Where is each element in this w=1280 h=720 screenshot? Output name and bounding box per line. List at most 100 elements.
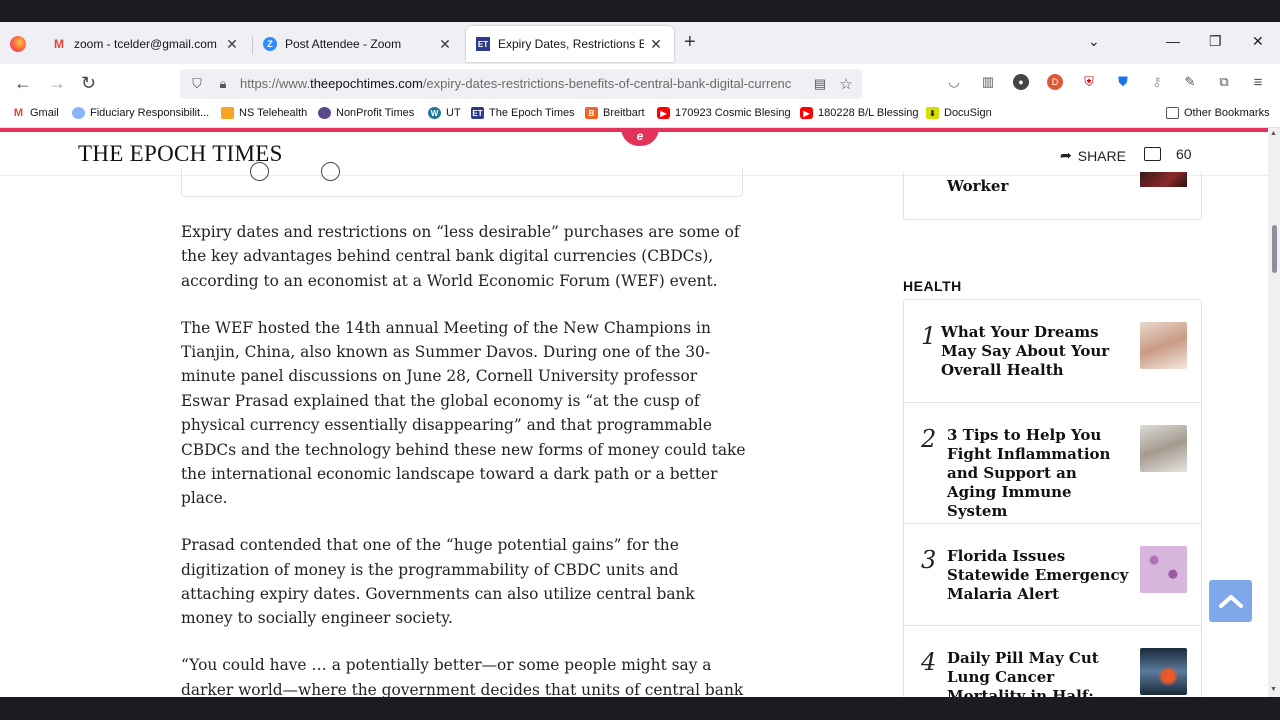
bookmark-gmail[interactable]: M Gmail bbox=[12, 107, 59, 119]
comments-button[interactable]: 60 bbox=[1144, 146, 1192, 162]
web-page: THE EPOCH TIMES ➦ SHARE 60 e Expiry date… bbox=[0, 128, 1268, 697]
bookmark-bl-blessing[interactable]: ▶ 180228 B/L Blessing bbox=[800, 107, 919, 119]
bookmark-star-icon[interactable]: ☆ bbox=[838, 76, 854, 93]
globe-icon bbox=[318, 107, 331, 119]
epoch-times-icon: ET bbox=[471, 107, 484, 119]
duckduckgo-icon[interactable]: D bbox=[1047, 74, 1063, 90]
tab-gmail[interactable]: M zoom - tcelder@gmail.com - G ✕ bbox=[42, 26, 250, 62]
reload-icon[interactable]: ↻ bbox=[81, 73, 96, 93]
item-number: 2 bbox=[921, 425, 937, 453]
item-title: 3 Tips to Help You Fight Inflammation an… bbox=[947, 426, 1111, 520]
breitbart-icon: B bbox=[585, 107, 598, 119]
url-bar[interactable]: ⛉ 🔒︎ https://www.theepochtimes.com/expir… bbox=[180, 69, 862, 99]
gmail-icon: M bbox=[54, 37, 64, 51]
lock-icon[interactable]: 🔒︎ bbox=[215, 76, 231, 92]
scroll-to-top-button[interactable] bbox=[1209, 580, 1252, 622]
url-text[interactable]: https://www.theepochtimes.com/expiry-dat… bbox=[240, 76, 805, 91]
tracking-shield-icon[interactable]: ⛉ bbox=[189, 76, 205, 92]
tab-zoom[interactable]: Z Post Attendee - Zoom ✕ bbox=[253, 26, 463, 62]
youtube-icon: ▶ bbox=[657, 107, 670, 119]
extension-shield-icon[interactable]: ⛊ bbox=[1115, 74, 1131, 90]
page-scrollbar[interactable]: ▲ ▼ bbox=[1268, 128, 1280, 697]
sidebar-icon[interactable]: ▥ bbox=[980, 74, 996, 90]
tab-title: Expiry Dates, Restrictions Benef bbox=[498, 37, 644, 51]
forward-icon[interactable]: → bbox=[48, 73, 66, 93]
close-tab-icon[interactable]: ✕ bbox=[437, 36, 453, 53]
health-item[interactable]: 1 What Your Dreams May Say About Your Ov… bbox=[904, 300, 1201, 403]
window-top-edge bbox=[0, 0, 1280, 22]
tab-title: Post Attendee - Zoom bbox=[285, 37, 402, 51]
article-paragraph: Prasad contended that one of the “huge p… bbox=[181, 536, 695, 628]
close-tab-icon[interactable]: ✕ bbox=[648, 36, 664, 53]
extension-icon[interactable]: ⛨ bbox=[1081, 74, 1097, 90]
item-title: Florida Issues Statewide Emergency Malar… bbox=[947, 547, 1129, 603]
firefox-menu-icon[interactable] bbox=[10, 36, 26, 52]
bookmark-fiduciary[interactable]: Fiduciary Responsibilit... bbox=[72, 107, 209, 119]
zoom-icon: Z bbox=[263, 37, 277, 51]
item-number: 1 bbox=[921, 322, 937, 350]
comment-count: 60 bbox=[1176, 146, 1192, 162]
extension-key-icon[interactable]: ⚷ bbox=[1149, 74, 1165, 90]
chevron-up-icon bbox=[1218, 595, 1243, 608]
article-thumbnail bbox=[1140, 172, 1187, 187]
bookmark-ns-telehealth[interactable]: NS Telehealth bbox=[221, 107, 307, 119]
pocket-icon[interactable]: ◡ bbox=[946, 74, 962, 90]
scrollbar-thumb[interactable] bbox=[1272, 225, 1277, 273]
bookmark-cosmic-blesing[interactable]: ▶ 170923 Cosmic Blesing bbox=[657, 107, 791, 119]
share-label: SHARE bbox=[1077, 147, 1126, 164]
reader-view-icon[interactable]: ▤ bbox=[812, 76, 828, 92]
close-window-icon[interactable]: ✕ bbox=[1252, 33, 1264, 50]
rewind-icon[interactable] bbox=[250, 162, 269, 181]
bookmark-docusign[interactable]: ⬇ DocuSign bbox=[926, 107, 992, 119]
new-tab-button[interactable]: + bbox=[684, 32, 696, 52]
list-all-tabs-icon[interactable]: ⌄ bbox=[1088, 33, 1100, 50]
article-paragraph: Expiry dates and restrictions on “less d… bbox=[181, 223, 740, 290]
scroll-up-arrow-icon[interactable]: ▲ bbox=[1270, 130, 1277, 137]
forward-icon[interactable] bbox=[321, 162, 340, 181]
health-item[interactable]: 3 Florida Issues Statewide Emergency Mal… bbox=[904, 524, 1201, 626]
window-bottom-edge bbox=[0, 697, 1280, 720]
close-tab-icon[interactable]: ✕ bbox=[224, 36, 240, 53]
folder-icon bbox=[1166, 107, 1179, 119]
article-paragraph: The WEF hosted the 14th annual Meeting o… bbox=[181, 318, 746, 508]
article-thumbnail bbox=[1140, 546, 1187, 593]
tab-epoch-times[interactable]: ET Expiry Dates, Restrictions Benef ✕ bbox=[466, 26, 674, 62]
health-item[interactable]: 2 3 Tips to Help You Fight Inflammation … bbox=[904, 403, 1201, 524]
docusign-icon: ⬇ bbox=[926, 107, 939, 119]
epoch-times-icon: ET bbox=[476, 37, 490, 51]
comment-icon bbox=[1144, 147, 1161, 161]
minimize-icon[interactable]: — bbox=[1166, 33, 1180, 49]
article-thumbnail bbox=[1140, 648, 1187, 695]
article-paragraph: “You could have … a potentially better—o… bbox=[181, 656, 744, 697]
health-item[interactable]: 4 Daily Pill May Cut Lung Cancer Mortali… bbox=[904, 626, 1201, 697]
extensions-puzzle-icon[interactable]: ⧉ bbox=[1216, 74, 1232, 90]
gmail-icon: M bbox=[13, 107, 24, 119]
scroll-down-arrow-icon[interactable]: ▼ bbox=[1270, 686, 1277, 693]
item-number: 4 bbox=[921, 648, 937, 676]
bookmark-ut[interactable]: W UT bbox=[428, 107, 461, 119]
health-list: 1 What Your Dreams May Say About Your Ov… bbox=[903, 299, 1202, 697]
site-logo[interactable]: THE EPOCH TIMES bbox=[78, 141, 283, 167]
share-button[interactable]: ➦ SHARE bbox=[1060, 147, 1126, 164]
restore-icon[interactable]: ❐ bbox=[1209, 33, 1222, 50]
other-bookmarks[interactable]: Other Bookmarks bbox=[1166, 107, 1270, 119]
item-title: What Your Dreams May Say About Your Over… bbox=[941, 323, 1110, 379]
article-thumbnail bbox=[1140, 425, 1187, 472]
article-body: Expiry dates and restrictions on “less d… bbox=[181, 220, 746, 697]
item-number: 3 bbox=[921, 546, 937, 574]
navigation-toolbar: ← → ↻ ⛉ 🔒︎ https://www.theepochtimes.com… bbox=[0, 64, 1280, 102]
back-icon[interactable]: ← bbox=[14, 73, 32, 93]
health-section-title: HEALTH bbox=[903, 278, 962, 294]
extension-feather-icon[interactable]: ✎ bbox=[1182, 74, 1198, 90]
folder-icon bbox=[221, 107, 234, 119]
item-title: Daily Pill May Cut Lung Cancer Mortality… bbox=[947, 649, 1099, 697]
account-icon[interactable]: ● bbox=[1013, 74, 1029, 90]
bookmark-epoch-times[interactable]: ET The Epoch Times bbox=[471, 107, 575, 119]
hamburger-menu-icon[interactable]: ≡ bbox=[1250, 74, 1266, 91]
bookmark-nonprofit-times[interactable]: NonProfit Times bbox=[318, 107, 414, 119]
tab-title: zoom - tcelder@gmail.com - G bbox=[74, 37, 220, 51]
cloud-icon bbox=[72, 107, 85, 119]
sidebar-article-card[interactable]: Worker bbox=[903, 172, 1202, 220]
article-thumbnail bbox=[1140, 322, 1187, 369]
bookmark-breitbart[interactable]: B Breitbart bbox=[585, 107, 645, 119]
